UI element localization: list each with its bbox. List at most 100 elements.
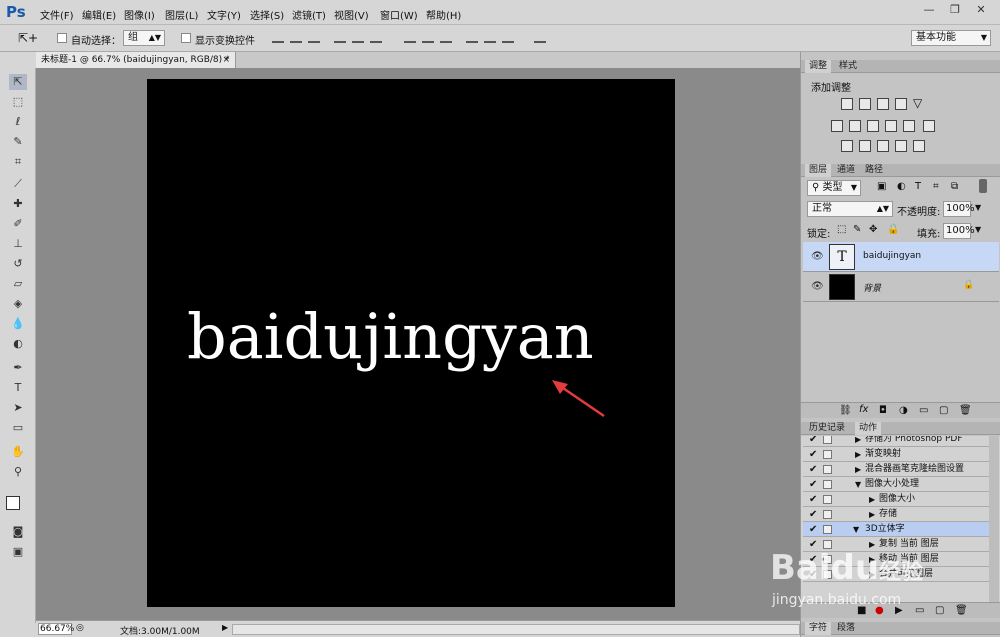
action-row[interactable]: ✔ ▶ 混合器画笔克隆绘图设置 — [803, 462, 991, 477]
lock-position-icon[interactable]: ✥ — [869, 224, 877, 235]
visibility-eye-icon[interactable]: 👁 — [811, 251, 824, 262]
filter-pixel-icon[interactable]: ▣ — [877, 181, 886, 192]
expand-triangle-icon[interactable]: ▶ — [869, 492, 875, 507]
document-tab[interactable]: 未标题-1 @ 66.7% (baidujingyan, RGB/8) * × — [36, 52, 236, 68]
history-brush-tool-icon[interactable]: ↺ — [9, 256, 27, 272]
foreground-color-swatch[interactable] — [6, 496, 20, 510]
align-left-icon[interactable] — [334, 31, 346, 43]
pen-tool-icon[interactable]: ✒ — [9, 360, 27, 376]
marquee-tool-icon[interactable]: ⬚ — [9, 94, 27, 110]
distribute-hcenter-icon[interactable] — [484, 31, 496, 43]
align-right-icon[interactable] — [370, 31, 382, 43]
dialog-toggle[interactable] — [823, 436, 832, 444]
fill-field[interactable]: 100% — [943, 223, 975, 239]
distribute-bottom-icon[interactable] — [440, 31, 452, 43]
menu-window[interactable]: 窗口(W) — [380, 7, 418, 22]
layer-filter-dropdown[interactable]: ⚲ 类型 ▼ — [807, 180, 861, 196]
clone-stamp-tool-icon[interactable]: ⊥ — [9, 236, 27, 252]
new-group-icon[interactable]: ▭ — [919, 405, 928, 416]
tab-paragraph[interactable]: 段落 — [833, 622, 859, 635]
lasso-tool-icon[interactable]: ℓ — [9, 114, 27, 130]
expand-triangle-icon[interactable]: ▶ — [869, 507, 875, 522]
distribute-vcenter-icon[interactable] — [422, 31, 434, 43]
eyedropper-tool-icon[interactable]: ⟋ — [9, 176, 27, 192]
show-transform-checkbox[interactable] — [181, 33, 191, 43]
action-check-icon[interactable]: ✔ — [809, 507, 817, 522]
workspace-dropdown[interactable]: 基本功能 ▼ — [911, 30, 991, 46]
invert-icon[interactable] — [841, 140, 853, 152]
menu-image[interactable]: 图像(I) — [124, 7, 155, 22]
expand-triangle-icon[interactable]: ▼ — [853, 522, 859, 537]
action-check-icon[interactable]: ✔ — [809, 447, 817, 462]
menu-type[interactable]: 文字(Y) — [207, 7, 241, 22]
black-white-icon[interactable] — [867, 120, 879, 132]
action-row[interactable]: ✔ ▶ 渐变映射 — [803, 447, 991, 462]
auto-select-dropdown[interactable]: 组 ▲▼ — [123, 30, 165, 46]
new-set-icon[interactable]: ▭ — [915, 605, 924, 616]
selective-color-icon[interactable] — [895, 140, 907, 152]
filter-smart-icon[interactable]: ⧉ — [951, 181, 958, 192]
action-check-icon[interactable]: ✔ — [809, 462, 817, 477]
eraser-tool-icon[interactable]: ▱ — [9, 276, 27, 292]
zoom-field[interactable]: 66.67% — [38, 623, 74, 635]
dialog-toggle[interactable] — [823, 465, 832, 474]
expand-triangle-icon[interactable]: ▶ — [855, 447, 861, 462]
expand-triangle-icon[interactable]: ▶ — [855, 462, 861, 477]
blend-mode-dropdown[interactable]: 正常 ▲▼ — [807, 201, 893, 217]
lock-image-icon[interactable]: ✎ — [853, 224, 861, 235]
tab-actions[interactable]: 动作 — [855, 422, 882, 435]
type-tool-icon[interactable]: T — [9, 380, 27, 396]
healing-brush-tool-icon[interactable]: ✚ — [9, 196, 27, 212]
path-select-tool-icon[interactable]: ➤ — [9, 400, 27, 416]
rectangle-tool-icon[interactable]: ▭ — [9, 420, 27, 436]
dialog-toggle[interactable] — [823, 480, 832, 489]
brush-tool-icon[interactable]: ✐ — [9, 216, 27, 232]
hue-saturation-icon[interactable] — [831, 120, 843, 132]
minimize-button[interactable]: — — [916, 2, 942, 18]
horizontal-scrollbar[interactable] — [232, 624, 800, 635]
align-top-icon[interactable] — [272, 31, 284, 43]
dialog-toggle[interactable] — [823, 525, 832, 534]
tab-close-icon[interactable]: × — [222, 52, 230, 68]
paint-bucket-tool-icon[interactable]: ◈ — [9, 296, 27, 312]
visibility-eye-icon[interactable]: 👁 — [811, 281, 824, 292]
move-tool-preset-icon[interactable]: ⇱+ — [18, 31, 38, 45]
dialog-toggle[interactable] — [823, 450, 832, 459]
curves-icon[interactable] — [877, 98, 889, 110]
align-vcenter-icon[interactable] — [290, 31, 302, 43]
action-row[interactable]: ✔ ▶ 存储为 Photoshop PDF — [803, 436, 991, 447]
restore-button[interactable]: ❐ — [942, 2, 968, 18]
lock-transparent-icon[interactable]: ⬚ — [837, 224, 846, 235]
align-bottom-icon[interactable] — [308, 31, 320, 43]
expand-triangle-icon[interactable]: ▼ — [855, 477, 861, 492]
link-layers-icon[interactable]: ⛓ — [839, 405, 852, 416]
move-tool-icon[interactable]: ⇱ — [9, 74, 27, 90]
distribute-left-icon[interactable] — [466, 31, 478, 43]
opacity-field[interactable]: 100% — [943, 201, 975, 217]
action-check-icon[interactable]: ✔ — [809, 492, 817, 507]
tab-layers[interactable]: 图层 — [805, 164, 832, 177]
dodge-tool-icon[interactable]: ◐ — [9, 336, 27, 352]
fill-arrow-icon[interactable]: ▼ — [975, 225, 981, 234]
distribute-right-icon[interactable] — [502, 31, 514, 43]
menu-view[interactable]: 视图(V) — [334, 7, 369, 22]
delete-action-icon[interactable]: 🗑 — [955, 605, 968, 616]
filter-type-icon[interactable]: T — [915, 181, 921, 192]
exposure-icon[interactable] — [895, 98, 907, 110]
dialog-toggle[interactable] — [823, 510, 832, 519]
delete-layer-icon[interactable]: 🗑 — [959, 405, 972, 416]
blur-tool-icon[interactable]: 💧 — [9, 316, 27, 332]
brightness-contrast-icon[interactable] — [841, 98, 853, 110]
action-row[interactable]: ✔ ▶ 存储 — [803, 507, 991, 522]
status-icon[interactable]: ◎ — [76, 623, 84, 633]
menu-filter[interactable]: 滤镜(T) — [292, 7, 326, 22]
menu-edit[interactable]: 编辑(E) — [82, 7, 116, 22]
opacity-arrow-icon[interactable]: ▼ — [975, 203, 981, 212]
levels-icon[interactable] — [859, 98, 871, 110]
tab-channels[interactable]: 通道 — [833, 164, 859, 177]
distribute-top-icon[interactable] — [404, 31, 416, 43]
layer-row-text[interactable]: 👁 T baidujingyan — [803, 242, 999, 272]
vibrance-icon[interactable]: ▽ — [913, 96, 922, 110]
dialog-toggle[interactable] — [823, 495, 832, 504]
action-row[interactable]: ✔ ▶ 图像大小 — [803, 492, 991, 507]
